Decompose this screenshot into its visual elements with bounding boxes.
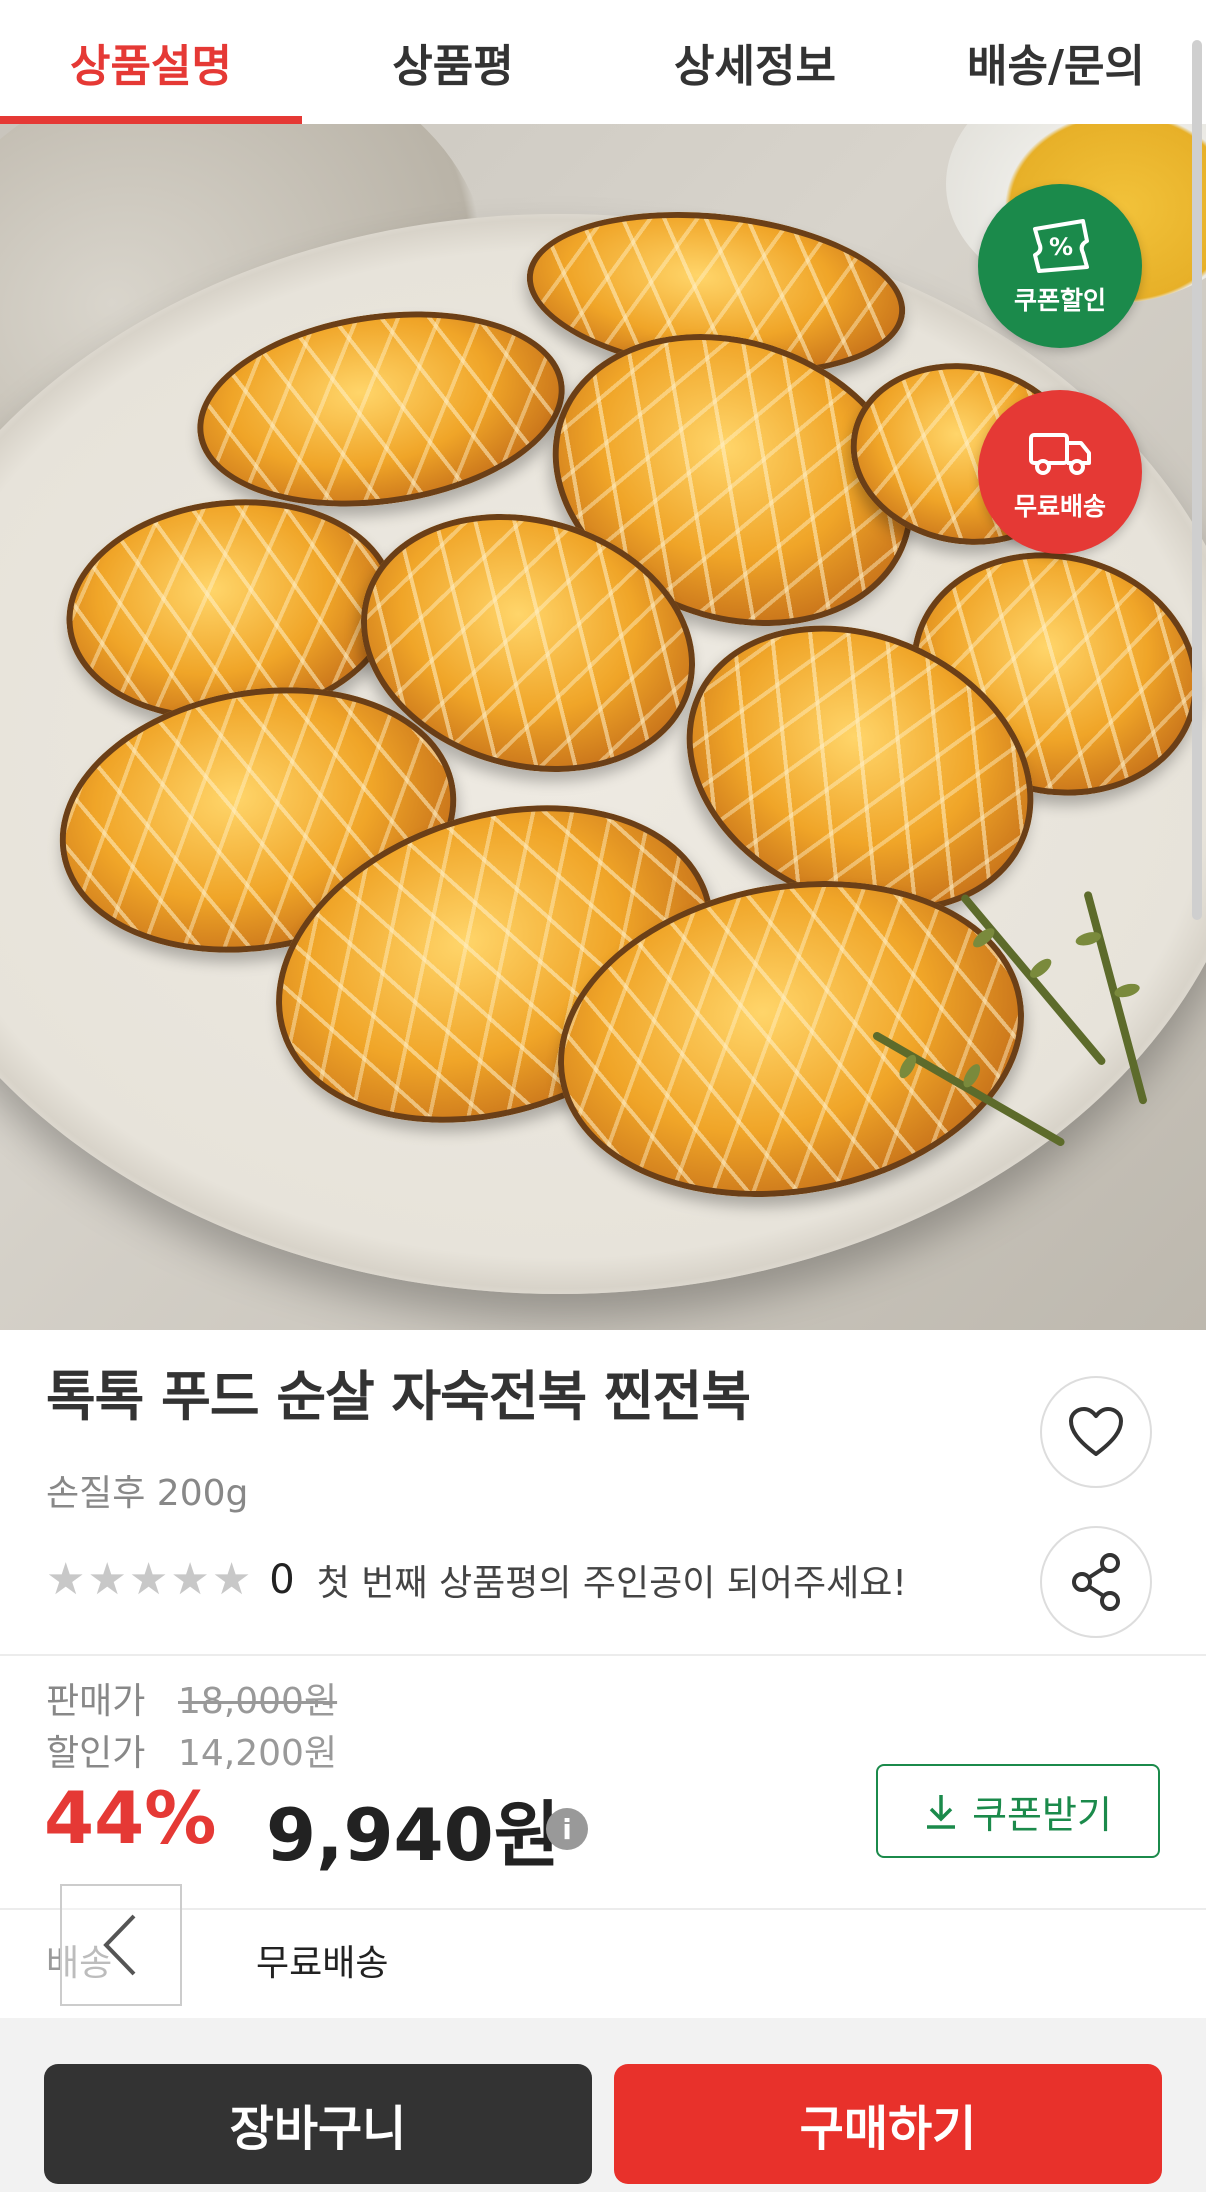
tab-description[interactable]: 상품설명: [0, 0, 302, 124]
star-icon: ★: [87, 1554, 127, 1605]
tab-bar: 상품설명 상품평 상세정보 배송/문의: [0, 0, 1206, 126]
star-icon: ★: [46, 1554, 86, 1605]
wishlist-button[interactable]: [1040, 1376, 1152, 1488]
tab-reviews[interactable]: 상품평: [302, 0, 604, 124]
tab-shipping-inquiry[interactable]: 배송/문의: [906, 0, 1206, 124]
tab-details[interactable]: 상세정보: [604, 0, 906, 124]
sale-price-value: 14,200원: [178, 1733, 338, 1774]
add-to-cart-button[interactable]: 장바구니: [44, 2064, 592, 2184]
divider: [0, 1654, 1206, 1656]
rating-message: 첫 번째 상품평의 주인공이 되어주세요!: [316, 1563, 907, 1604]
heart-icon: [1069, 1407, 1123, 1456]
get-coupon-label: 쿠폰받기: [972, 1792, 1112, 1837]
info-icon[interactable]: i: [546, 1808, 588, 1850]
rating-count: 0: [269, 1557, 295, 1603]
star-icon: ★: [211, 1554, 252, 1605]
free-shipping-badge[interactable]: 무료배송: [978, 390, 1142, 554]
product-subtitle: 손질후 200g: [46, 1473, 249, 1514]
truck-icon: [1029, 433, 1091, 475]
star-icon: ★: [128, 1554, 169, 1605]
rating-row[interactable]: ★ ★ ★ ★ ★ 0 첫 번째 상품평의 주인공이 되어주세요!: [46, 1550, 907, 1610]
back-button[interactable]: [60, 1884, 182, 2006]
percent-coupon-icon: %: [1033, 219, 1089, 273]
star-icon: ★: [170, 1554, 210, 1605]
get-coupon-button[interactable]: 쿠폰받기: [876, 1764, 1160, 1858]
coupon-discount-badge[interactable]: % 쿠폰할인: [978, 184, 1142, 348]
svg-text:%: %: [1049, 233, 1073, 261]
shipping-value: 무료배송: [256, 1943, 389, 1984]
coupon-badge-label: 쿠폰할인: [1013, 286, 1106, 315]
sale-price-label: 할인가: [46, 1733, 146, 1774]
active-tab-indicator: [0, 116, 302, 124]
scrollbar[interactable]: [1192, 40, 1202, 920]
final-price: 9,940원: [266, 1793, 560, 1877]
product-title: 톡톡 푸드 순살 자숙전복 찐전복: [46, 1365, 751, 1428]
shipping-badge-label: 무료배송: [1013, 492, 1106, 521]
chevron-left-icon: [103, 1914, 136, 1976]
share-button[interactable]: [1040, 1526, 1152, 1638]
discount-rate: 44%: [44, 1776, 217, 1860]
share-icon: [1072, 1553, 1120, 1611]
buy-now-button[interactable]: 구매하기: [614, 2064, 1162, 2184]
list-price-value: 18,000원: [178, 1681, 338, 1722]
list-price-label: 판매가: [46, 1681, 146, 1722]
download-icon: [927, 1795, 956, 1829]
